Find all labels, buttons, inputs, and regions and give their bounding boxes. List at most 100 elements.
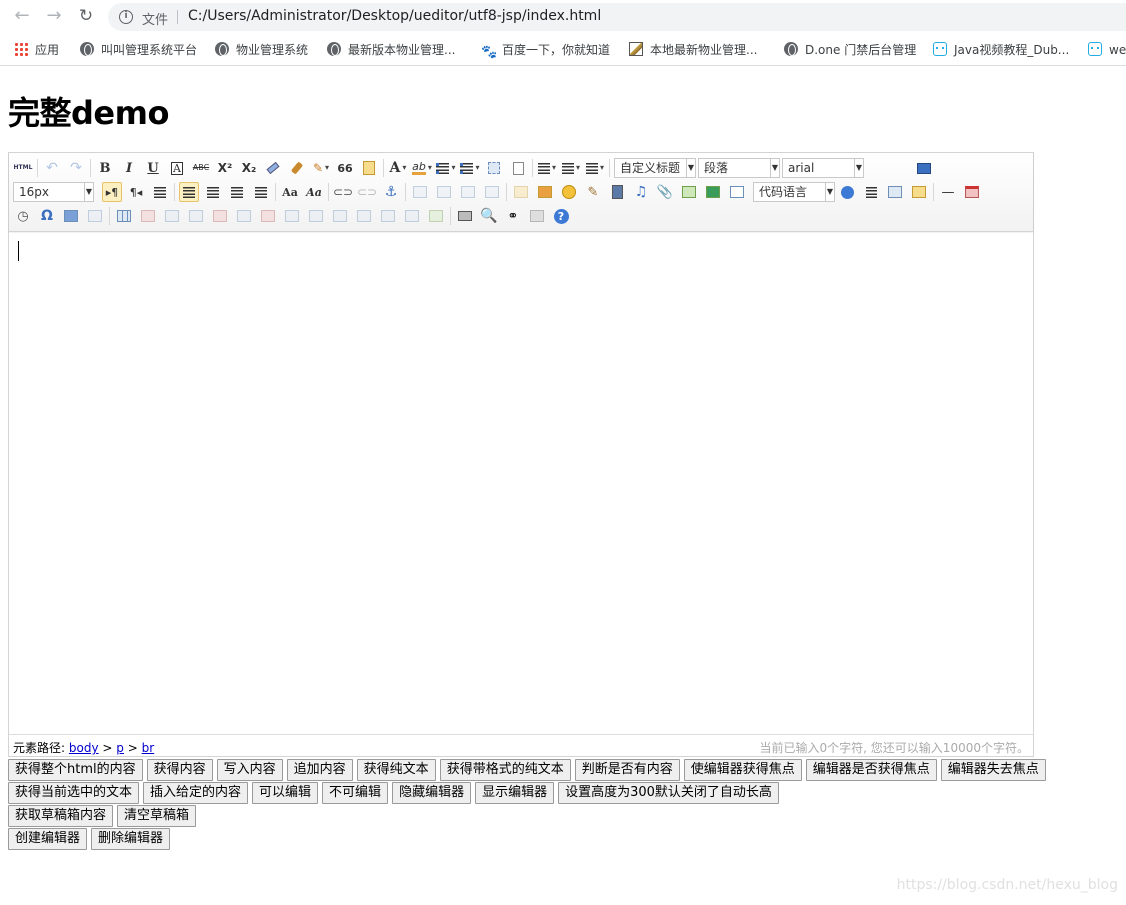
set-content-button[interactable]: 写入内容: [216, 759, 283, 781]
gmap-icon[interactable]: [703, 182, 723, 202]
directionality-ltr-icon[interactable]: ▸¶: [102, 182, 122, 202]
set-enabled-button[interactable]: 可以编辑: [252, 782, 319, 804]
code-language-select[interactable]: 代码语言 ▼: [753, 182, 835, 202]
justify-left-icon[interactable]: [179, 182, 199, 202]
insert-html-button[interactable]: 插入给定的内容: [143, 782, 249, 804]
fullscreen-icon[interactable]: [914, 158, 934, 178]
subscript-button[interactable]: X₂: [239, 158, 259, 178]
undo-icon[interactable]: ↶: [42, 158, 62, 178]
is-focus-button[interactable]: 编辑器是否获得焦点: [805, 759, 937, 781]
bookmark-item[interactable]: D.one 门禁后台管理: [784, 41, 916, 59]
insert-col-icon[interactable]: [234, 206, 254, 226]
get-all-html-button[interactable]: 获得整个html的内容: [8, 759, 143, 781]
delete-row-icon[interactable]: [210, 206, 230, 226]
image-right-icon[interactable]: [458, 182, 478, 202]
searchreplace-icon[interactable]: ⚭: [503, 206, 523, 226]
rowspacing-bottom-icon[interactable]: [561, 158, 581, 178]
info-icon[interactable]: i: [119, 10, 133, 24]
help-button[interactable]: ?: [551, 206, 571, 226]
cleardoc-icon[interactable]: [508, 158, 528, 178]
italic-button[interactable]: I: [119, 158, 139, 178]
font-family-select[interactable]: arial ▼: [782, 158, 864, 178]
time-icon[interactable]: ◷: [13, 206, 33, 226]
create-editor-button[interactable]: 创建编辑器: [8, 828, 88, 850]
insert-row-icon[interactable]: [186, 206, 206, 226]
path-item-br[interactable]: br: [142, 741, 155, 755]
rowspacing-top-icon[interactable]: [537, 158, 557, 178]
snapscreen-icon[interactable]: [61, 206, 81, 226]
path-item-body[interactable]: body: [69, 741, 99, 755]
merge-right-icon[interactable]: [306, 206, 326, 226]
split-to-cells-icon[interactable]: [354, 206, 374, 226]
insert-table-icon[interactable]: [114, 206, 134, 226]
delete-col-icon[interactable]: [258, 206, 278, 226]
preview-icon[interactable]: 🔍: [479, 206, 499, 226]
anchor-icon[interactable]: ⚓: [381, 182, 401, 202]
bookmark-item[interactable]: 叫叫管理系统平台: [80, 41, 197, 59]
set-height-button[interactable]: 设置高度为300默认关闭了自动长高: [558, 782, 779, 804]
redo-icon[interactable]: ↷: [66, 158, 86, 178]
fontborder-button[interactable]: A: [167, 158, 187, 178]
insert-image-icon[interactable]: [535, 182, 555, 202]
split-to-cols-icon[interactable]: [402, 206, 422, 226]
show-editor-button[interactable]: 显示编辑器: [475, 782, 555, 804]
clear-draft-button[interactable]: 清空草稿箱: [117, 805, 197, 827]
hide-editor-button[interactable]: 隐藏编辑器: [392, 782, 472, 804]
justify-right-icon[interactable]: [227, 182, 247, 202]
editor-content-area[interactable]: [9, 233, 1033, 733]
format-brush-icon[interactable]: [287, 158, 307, 178]
date-icon[interactable]: [962, 182, 982, 202]
emotion-icon[interactable]: [559, 182, 579, 202]
unlink-icon[interactable]: ⊂⊃: [357, 182, 377, 202]
get-formatted-plain-text-button[interactable]: 获得带格式的纯文本: [439, 759, 571, 781]
ordered-list-icon[interactable]: [436, 158, 456, 178]
font-size-select[interactable]: 16px ▼: [13, 182, 94, 202]
path-item-p[interactable]: p: [116, 741, 124, 755]
map-icon[interactable]: [679, 182, 699, 202]
unordered-list-icon[interactable]: [460, 158, 480, 178]
charts-icon[interactable]: [426, 206, 446, 226]
source-html-button[interactable]: HTML: [13, 158, 33, 178]
superscript-button[interactable]: X²: [215, 158, 235, 178]
tolowercase-button[interactable]: Aa: [304, 182, 324, 202]
template-icon[interactable]: [885, 182, 905, 202]
backcolor-button[interactable]: ab: [412, 158, 432, 178]
simple-upload-icon[interactable]: [511, 182, 531, 202]
paragraph-select[interactable]: 段落 ▼: [698, 158, 780, 178]
split-to-rows-icon[interactable]: [378, 206, 398, 226]
address-bar[interactable]: i 文件 C:/Users/Administrator/Desktop/uedi…: [108, 3, 1126, 31]
lineheight-icon[interactable]: [585, 158, 605, 178]
arrow-right-icon[interactable]: →: [43, 5, 65, 27]
has-content-button[interactable]: 判断是否有内容: [574, 759, 680, 781]
blockquote-button[interactable]: 66: [335, 158, 355, 178]
underline-button[interactable]: U: [143, 158, 163, 178]
set-disabled-button[interactable]: 不可编辑: [322, 782, 389, 804]
url-text[interactable]: C:/Users/Administrator/Desktop/ueditor/u…: [188, 8, 601, 24]
set-blur-button[interactable]: 编辑器失去焦点: [940, 759, 1046, 781]
bookmark-item[interactable]: 🐾 百度一下，你就知道: [481, 41, 610, 60]
image-center-icon[interactable]: [482, 182, 502, 202]
forecolor-button[interactable]: A: [388, 158, 408, 178]
bookmark-item[interactable]: we: [1088, 41, 1126, 59]
indent-icon[interactable]: [150, 182, 170, 202]
get-selected-text-button[interactable]: 获得当前选中的文本: [8, 782, 140, 804]
delete-table-icon[interactable]: [138, 206, 158, 226]
pagebreak-icon[interactable]: [861, 182, 881, 202]
eraser-icon[interactable]: [263, 158, 283, 178]
directionality-rtl-icon[interactable]: ¶◂: [126, 182, 146, 202]
drafts-icon[interactable]: [527, 206, 547, 226]
reload-icon[interactable]: ↻: [75, 5, 97, 27]
webapp-icon[interactable]: [837, 182, 857, 202]
insert-video-icon[interactable]: [607, 182, 627, 202]
justify-center-icon[interactable]: [203, 182, 223, 202]
insert-frame-icon[interactable]: [727, 182, 747, 202]
strikethrough-button[interactable]: ABC: [191, 158, 211, 178]
music-icon[interactable]: ♫: [631, 182, 651, 202]
set-focus-button[interactable]: 使编辑器获得焦点: [683, 759, 802, 781]
custom-heading-select[interactable]: 自定义标题 ▼: [614, 158, 696, 178]
special-chars-button[interactable]: Ω: [37, 206, 57, 226]
get-plain-text-button[interactable]: 获得纯文本: [356, 759, 436, 781]
background-icon[interactable]: [909, 182, 929, 202]
bookmark-apps[interactable]: 应用: [14, 41, 59, 59]
merge-down-icon[interactable]: [330, 206, 350, 226]
